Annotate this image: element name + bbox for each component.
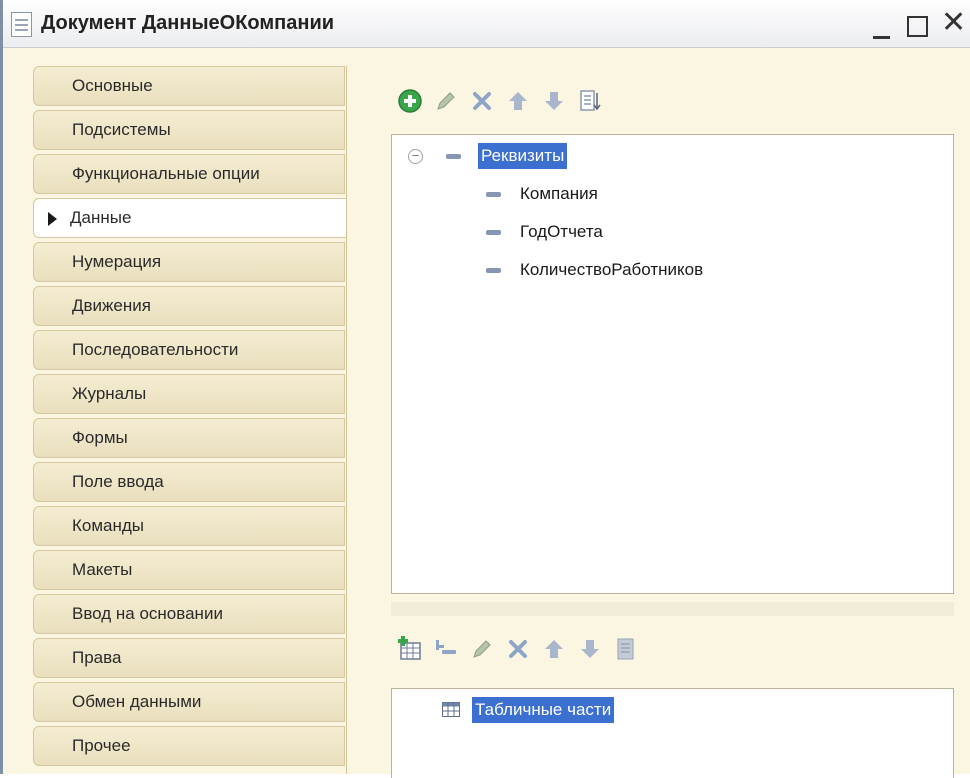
tab-subsystems[interactable]: Подсистемы xyxy=(33,110,345,150)
tab-label: Последовательности xyxy=(72,340,239,359)
tab-input-by-basis[interactable]: Ввод на основании xyxy=(33,594,345,634)
tab-commands[interactable]: Команды xyxy=(33,506,345,546)
tree-item-label: ГодОтчета xyxy=(520,222,603,241)
tree-item[interactable]: КоличествоРаботников xyxy=(408,257,768,283)
tab-label: Прочее xyxy=(72,736,131,755)
document-icon xyxy=(11,12,32,37)
tab-label: Макеты xyxy=(72,560,133,579)
attribute-icon xyxy=(486,268,501,273)
sort-icon[interactable] xyxy=(613,636,639,662)
move-down-icon[interactable] xyxy=(541,88,567,114)
tab-label: Журналы xyxy=(72,384,147,403)
edit-icon[interactable] xyxy=(469,636,495,662)
add-icon[interactable] xyxy=(397,88,423,114)
attributes-group-icon xyxy=(446,154,461,159)
tree-item-label: Компания xyxy=(520,184,598,203)
tab-sequences[interactable]: Последовательности xyxy=(33,330,345,370)
tab-rights[interactable]: Права xyxy=(33,638,345,678)
table-icon xyxy=(442,702,460,717)
tabular-sections-toolbar xyxy=(397,636,697,666)
attributes-tree[interactable]: − Реквизиты Компания ГодОтчета Количеств… xyxy=(391,134,954,594)
tab-templates[interactable]: Макеты xyxy=(33,550,345,590)
attribute-icon xyxy=(486,192,501,197)
close-icon[interactable]: ✕ xyxy=(941,6,966,40)
data-tab-content: − Реквизиты Компания ГодОтчета Количеств… xyxy=(346,66,970,778)
move-up-icon[interactable] xyxy=(505,88,531,114)
minimize-icon[interactable] xyxy=(873,36,890,39)
tab-label: Формы xyxy=(72,428,128,447)
maximize-icon[interactable] xyxy=(907,16,928,37)
tab-label: Движения xyxy=(72,296,151,315)
move-up-icon[interactable] xyxy=(541,636,567,662)
pane-splitter[interactable] xyxy=(391,602,954,616)
tab-data-exchange[interactable]: Обмен данными xyxy=(33,682,345,722)
title-bar[interactable]: Документ ДанныеОКомпании ✕ xyxy=(3,0,970,48)
edit-icon[interactable] xyxy=(433,88,459,114)
active-tab-arrow-icon xyxy=(48,212,57,226)
attribute-icon xyxy=(486,230,501,235)
tab-label: Данные xyxy=(70,208,132,227)
tab-label: Нумерация xyxy=(72,252,162,271)
tab-journals[interactable]: Журналы xyxy=(33,374,345,414)
sort-icon[interactable] xyxy=(577,88,603,114)
window-title: Документ ДанныеОКомпании xyxy=(41,12,335,34)
collapse-icon[interactable]: − xyxy=(408,149,423,164)
tab-register-records[interactable]: Движения xyxy=(33,286,345,326)
tab-label: Обмен данными xyxy=(72,692,202,711)
tab-label: Подсистемы xyxy=(72,120,171,139)
tree-root-attributes[interactable]: − Реквизиты xyxy=(408,143,708,169)
tab-label: Ввод на основании xyxy=(72,604,223,623)
tab-functional-options[interactable]: Функциональные опции xyxy=(33,154,345,194)
add-table-icon[interactable] xyxy=(397,636,423,662)
tree-item-label: КоличествоРаботников xyxy=(520,260,704,279)
tab-forms[interactable]: Формы xyxy=(33,418,345,458)
tab-label: Основные xyxy=(72,76,153,95)
tree-root-label: Реквизиты xyxy=(478,143,568,169)
tab-label: Функциональные опции xyxy=(72,164,260,183)
object-tabs: Основные Подсистемы Функциональные опции… xyxy=(33,66,351,774)
tree-root-tabular-sections[interactable]: Табличные части xyxy=(442,697,742,723)
attributes-toolbar xyxy=(397,88,657,118)
tree-root-label: Табличные части xyxy=(472,697,615,723)
tab-main[interactable]: Основные xyxy=(33,66,345,106)
add-column-icon[interactable] xyxy=(433,636,459,662)
delete-icon[interactable] xyxy=(469,88,495,114)
tabular-sections-tree[interactable]: Табличные части xyxy=(391,688,954,778)
delete-icon[interactable] xyxy=(505,636,531,662)
document-window: Документ ДанныеОКомпании ✕ Основные Подс… xyxy=(0,0,970,778)
tab-input-field[interactable]: Поле ввода xyxy=(33,462,345,502)
tab-other[interactable]: Прочее xyxy=(33,726,345,766)
tab-label: Права xyxy=(72,648,122,667)
tab-data[interactable]: Данные xyxy=(33,198,351,238)
tab-label: Команды xyxy=(72,516,145,535)
tree-item[interactable]: Компания xyxy=(408,181,708,207)
tree-item[interactable]: ГодОтчета xyxy=(408,219,708,245)
tab-numbering[interactable]: Нумерация xyxy=(33,242,345,282)
move-down-icon[interactable] xyxy=(577,636,603,662)
tab-label: Поле ввода xyxy=(72,472,164,491)
